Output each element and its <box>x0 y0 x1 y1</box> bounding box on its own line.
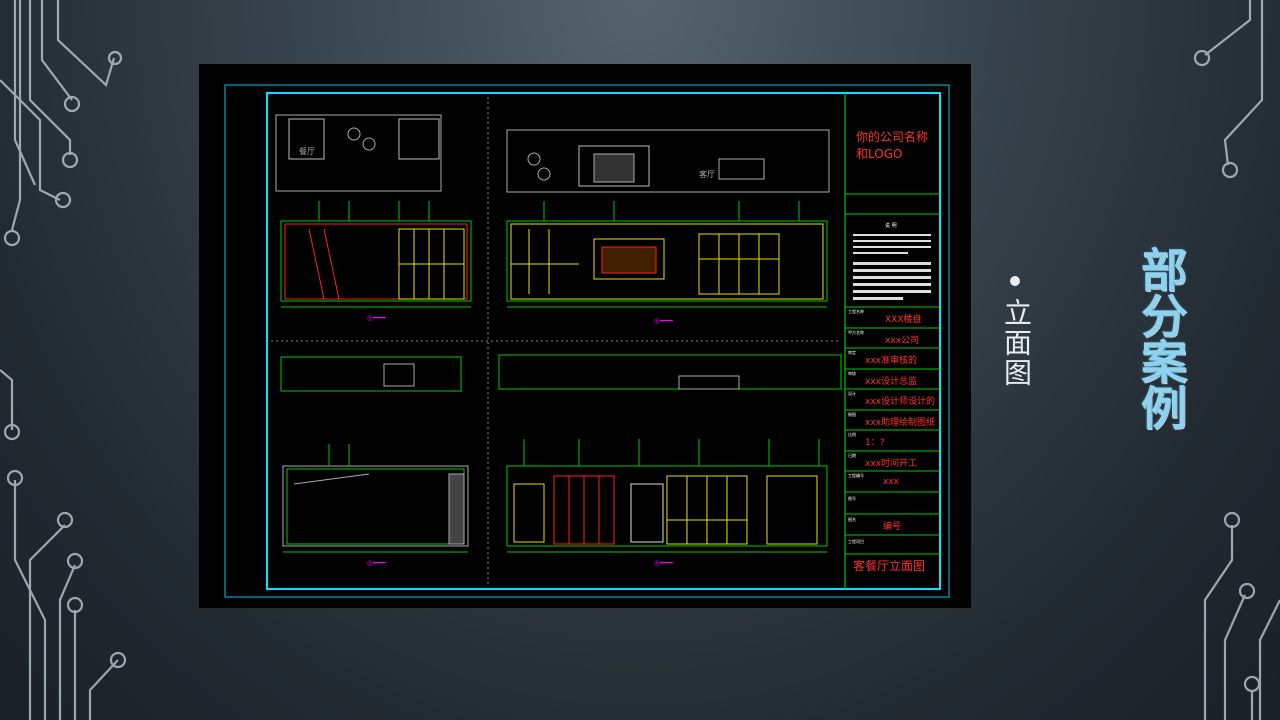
field-label: 比例 <box>848 432 856 437</box>
field-row: 审核 xxx设计总监 <box>845 369 940 389</box>
plan-label-living: 客厅 <box>699 169 715 179</box>
field-value: xxx助理绘制图纸 <box>865 418 935 428</box>
svg-text:◎━━━: ◎━━━ <box>654 559 674 567</box>
company-name-line1: 你的公司名称 <box>856 130 929 144</box>
field-label: 甲方名称 <box>848 330 864 335</box>
field-value: 编号 <box>883 522 902 532</box>
field-label: 图名 <box>848 517 856 522</box>
field-value: xxx时间开工 <box>865 459 917 469</box>
field-value: xxx <box>883 477 899 487</box>
svg-text:◎━━━: ◎━━━ <box>367 314 387 322</box>
field-label: 审核 <box>848 371 856 376</box>
field-row: 甲方名称 xxx公司 <box>845 328 940 348</box>
drawing-name: 客餐厅立面图 <box>853 559 926 573</box>
field-row: 制图 xxx助理绘制图纸 <box>845 410 940 430</box>
field-value: xxx公司 <box>885 336 919 346</box>
field-row: 工程编号 xxx <box>845 471 940 491</box>
slide-title: 部分案例 <box>1134 246 1188 430</box>
svg-text:◎━━━: ◎━━━ <box>654 317 674 325</box>
field-row: 日期 xxx时间开工 <box>845 451 940 471</box>
field-row: 设计 xxx设计师设计的 <box>845 389 940 409</box>
field-label: 工程名称 <box>848 309 864 314</box>
plan-label-dining: 餐厅 <box>299 147 315 156</box>
field-row: 图号 <box>845 492 940 512</box>
field-row: 审定 xxx准审核的 <box>845 348 940 368</box>
field-label: 审定 <box>848 350 856 355</box>
field-value: xxx设计总监 <box>865 377 917 387</box>
field-value: xxx准审核的 <box>865 356 917 366</box>
field-value: xxx设计师设计的 <box>865 397 935 407</box>
field-label: 设计 <box>848 391 856 396</box>
field-row: 工程名称 XXX楼盘 <box>845 307 940 327</box>
field-label: 工程编号 <box>848 473 864 478</box>
bullet-text: 立面图 <box>1000 298 1033 388</box>
field-label: 制图 <box>848 412 856 417</box>
field-row: 比例 1：? <box>845 430 940 450</box>
field-value: 1：? <box>865 438 885 448</box>
bullet-dot <box>1010 276 1020 286</box>
field-label: 图号 <box>848 496 856 501</box>
field-value: XXX楼盘 <box>885 315 922 325</box>
field-row: 工程项目 <box>845 535 940 554</box>
field-row: 图名 编号 <box>845 513 940 535</box>
svg-text:◎━━━: ◎━━━ <box>367 559 387 567</box>
company-name-line2: 和LOGO <box>856 147 903 161</box>
field-label: 工程项目 <box>848 539 864 544</box>
field-label: 日期 <box>848 453 856 458</box>
